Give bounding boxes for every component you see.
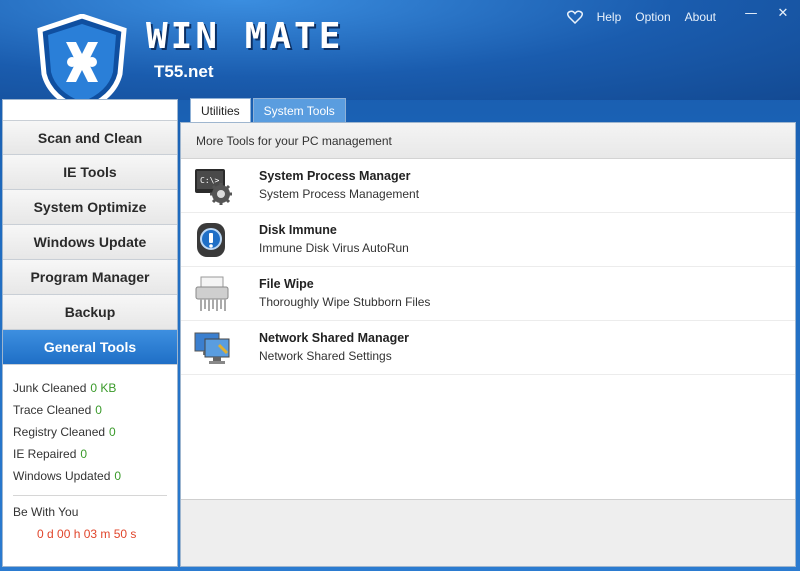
stat-windows: Windows Updated 0 [13, 465, 167, 487]
tool-title: File Wipe [259, 277, 314, 291]
sidebar-item-ie-tools[interactable]: IE Tools [3, 155, 177, 190]
tab-system-tools[interactable]: System Tools [252, 98, 346, 122]
stat-ie: IE Repaired 0 [13, 443, 167, 465]
header: WIN MATE T55.net Help Option About — ✕ [0, 0, 800, 112]
tool-disk-immune[interactable]: Disk Immune Immune Disk Virus AutoRun [181, 213, 795, 267]
stat-label: Registry Cleaned [13, 425, 106, 439]
divider [13, 495, 167, 496]
app-title: WIN MATE [146, 16, 344, 57]
content-panel: More Tools for your PC management C:\> S… [180, 122, 796, 567]
app-subtitle: T55.net [154, 62, 214, 81]
stat-value: 0 [109, 425, 116, 439]
minimize-button[interactable]: — [744, 6, 758, 21]
stat-value: 0 [95, 403, 102, 417]
stat-registry: Registry Cleaned 0 [13, 421, 167, 443]
stat-label: IE Repaired [13, 447, 77, 461]
heart-icon[interactable] [566, 10, 583, 24]
tool-desc: Network Shared Settings [259, 349, 392, 363]
sidebar-item-windows-update[interactable]: Windows Update [3, 225, 177, 260]
sidebar: Scan and Clean IE Tools System Optimize … [2, 99, 178, 567]
window-controls: — ✕ [744, 6, 790, 21]
tool-desc: System Process Management [259, 187, 420, 201]
tool-desc: Immune Disk Virus AutoRun [259, 241, 409, 255]
be-with-you-label: Be With You [13, 505, 79, 519]
help-link[interactable]: Help [597, 10, 622, 24]
tool-title: Disk Immune [259, 223, 337, 237]
tool-title: Network Shared Manager [259, 331, 410, 345]
sidebar-item-backup[interactable]: Backup [3, 295, 177, 330]
uptime-timer: 0 d 00 h 03 m 50 s [37, 527, 137, 541]
sidebar-item-scan-and-clean[interactable]: Scan and Clean [3, 120, 177, 155]
sidebar-item-program-manager[interactable]: Program Manager [3, 260, 177, 295]
tool-file-wipe[interactable]: File Wipe Thoroughly Wipe Stubborn Files [181, 267, 795, 321]
sidebar-item-general-tools[interactable]: General Tools [3, 330, 177, 365]
stat-label: Trace Cleaned [13, 403, 92, 417]
sidebar-item-system-optimize[interactable]: System Optimize [3, 190, 177, 225]
stat-value: 0 [80, 447, 88, 461]
tool-desc: Thoroughly Wipe Stubborn Files [259, 295, 431, 309]
tool-title: System Process Manager [259, 169, 411, 183]
stat-label: Junk Cleaned [13, 381, 87, 395]
tab-utilities[interactable]: Utilities [190, 98, 251, 122]
about-link[interactable]: About [685, 10, 716, 24]
stat-label: Windows Updated [13, 469, 111, 483]
tab-bar: Utilities System Tools [190, 98, 346, 122]
content-header: More Tools for your PC management [181, 123, 795, 159]
shredder-icon [195, 276, 229, 311]
stat-junk: Junk Cleaned 0 KB [13, 377, 167, 399]
disk-icon [197, 223, 225, 257]
app-window: WIN MATE T55.net Help Option About — ✕ S… [0, 0, 800, 571]
stats-panel: Junk Cleaned 0 KB Trace Cleaned 0 Registry… [3, 365, 177, 546]
top-nav: Help Option About [566, 10, 716, 24]
tool-network-shared-manager[interactable]: Network Shared Manager Network Shared Se… [181, 321, 795, 375]
stat-value: 0 KB [90, 381, 117, 395]
tool-system-process-manager[interactable]: C:\> System Process Manager System Proce… [181, 159, 795, 213]
process-icon: C:\> [195, 169, 232, 205]
stat-value: 0 [114, 469, 122, 483]
network-icon [194, 332, 230, 364]
stat-trace: Trace Cleaned 0 [13, 399, 167, 421]
content-footer [181, 499, 795, 566]
close-button[interactable]: ✕ [776, 6, 790, 21]
logo-shield-icon [37, 14, 127, 112]
option-link[interactable]: Option [635, 10, 670, 24]
svg-text:C:\>: C:\> [200, 176, 219, 185]
